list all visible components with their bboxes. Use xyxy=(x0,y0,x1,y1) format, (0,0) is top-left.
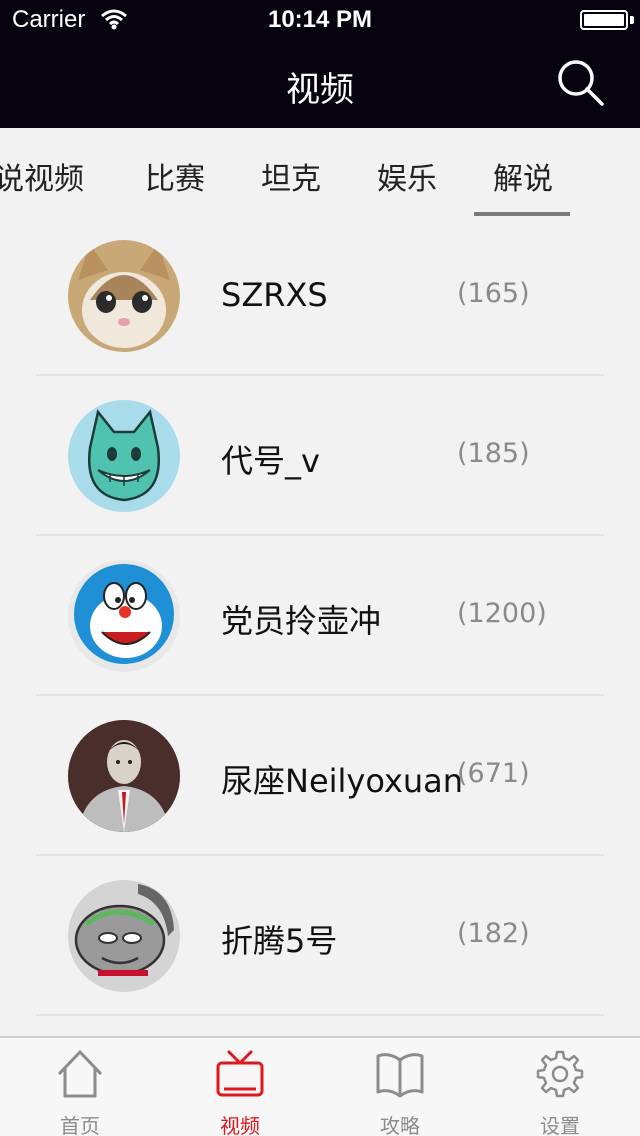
search-icon xyxy=(558,60,604,106)
home-icon xyxy=(57,1050,103,1098)
battery-tip xyxy=(630,16,634,24)
video-count: (165) xyxy=(457,278,530,309)
tab-matches[interactable]: 比赛 xyxy=(145,154,205,198)
book-icon xyxy=(376,1053,424,1098)
video-count: (1200) xyxy=(457,598,547,629)
cartoon-cat-avatar xyxy=(68,400,180,512)
commentator-name: 党员拎壶冲 xyxy=(221,602,382,640)
tabbar-item-guide[interactable]: 攻略 xyxy=(320,1038,480,1136)
category-tabs: 说视频 比赛 坦克 娱乐 解说 xyxy=(0,128,640,216)
tabbar-label: 攻略 xyxy=(380,1114,420,1136)
battery-icon xyxy=(580,10,628,30)
commentator-name: SZRXS xyxy=(221,276,328,314)
page-title: 视频 xyxy=(286,70,354,110)
tabbar-item-settings[interactable]: 设置 xyxy=(480,1038,640,1136)
navigation-bar: Carrier 10:14 PM 视频 xyxy=(0,0,640,128)
list-item[interactable]: 折腾5号 (182) xyxy=(0,856,640,1016)
cartoon-character-avatar xyxy=(68,880,180,992)
tabbar-label: 视频 xyxy=(220,1114,260,1136)
tabbar-label: 设置 xyxy=(540,1114,580,1136)
tabbar-label: 首页 xyxy=(60,1114,100,1136)
tab-commentary-video[interactable]: 说视频 xyxy=(0,154,84,198)
tabbar-item-video[interactable]: 视频 xyxy=(160,1038,320,1136)
tv-icon xyxy=(216,1050,264,1097)
bottom-tab-bar: 首页 视频 攻略 设置 xyxy=(0,1036,640,1136)
clock-time: 10:14 PM xyxy=(267,6,373,33)
gear-icon xyxy=(536,1050,584,1098)
search-button[interactable] xyxy=(556,58,606,108)
doraemon-avatar xyxy=(68,560,180,672)
commentator-name: 尿座Neilyoxuan xyxy=(221,762,464,800)
cat-photo-avatar xyxy=(68,240,180,352)
tabbar-item-home[interactable]: 首页 xyxy=(0,1038,160,1136)
commentator-name: 折腾5号 xyxy=(221,922,338,960)
video-count: (671) xyxy=(457,758,530,789)
tab-entertainment[interactable]: 娱乐 xyxy=(377,154,437,198)
row-divider xyxy=(36,1014,604,1016)
man-in-suit-avatar xyxy=(68,720,180,832)
status-bar: Carrier 10:14 PM xyxy=(0,0,640,40)
commentator-list: SZRXS (165) 代号_v (185) 党员拎壶冲 (1200) 尿座Ne… xyxy=(0,216,640,1036)
list-item[interactable]: 党员拎壶冲 (1200) xyxy=(0,536,640,696)
list-item[interactable]: 代号_v (185) xyxy=(0,376,640,536)
video-count: (182) xyxy=(457,918,530,949)
list-item[interactable]: SZRXS (165) xyxy=(0,216,640,376)
tab-commentary[interactable]: 解说 xyxy=(493,154,553,198)
tab-tank[interactable]: 坦克 xyxy=(261,154,321,198)
list-item[interactable]: 尿座Neilyoxuan (671) xyxy=(0,696,640,856)
commentator-name: 代号_v xyxy=(221,442,320,480)
video-count: (185) xyxy=(457,438,530,469)
